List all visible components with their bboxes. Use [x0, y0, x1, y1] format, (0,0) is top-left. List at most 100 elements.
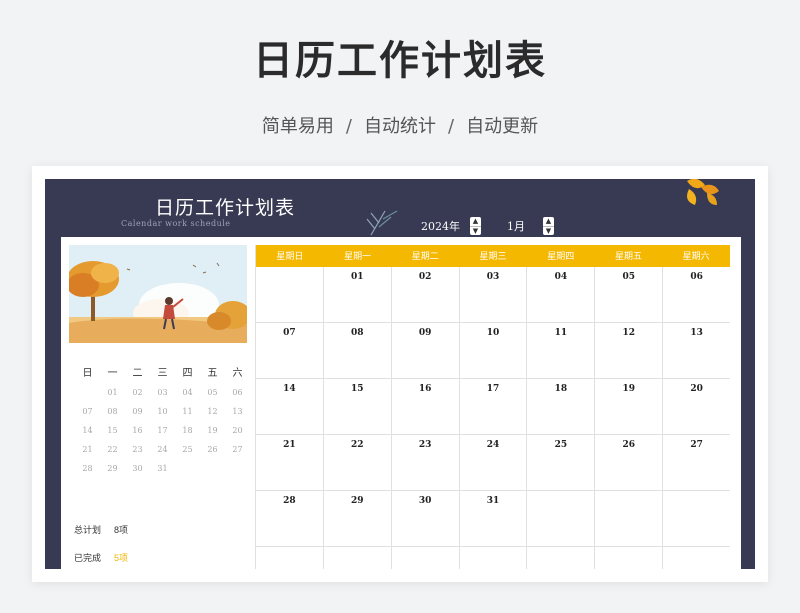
autumn-leaves-icon [687, 179, 719, 205]
mini-day: 19 [207, 426, 218, 435]
day-number: 04 [554, 272, 568, 282]
year-spinner[interactable]: ▲ ▼ [470, 217, 481, 235]
calendar-day-cell[interactable] [324, 547, 392, 569]
day-number: 17 [486, 384, 500, 394]
calendar-day-cell[interactable]: 02 [391, 267, 460, 323]
calendar-day-cell[interactable]: 28 [256, 491, 324, 547]
calendar-day-cell[interactable]: 06 [663, 267, 731, 323]
day-number: 19 [622, 384, 635, 394]
stat-total-value: 8项 [114, 525, 129, 535]
day-number: 28 [283, 496, 296, 506]
calendar-day-cell[interactable]: 10 [459, 323, 528, 379]
weekday-header: 星期二 [411, 251, 439, 261]
calendar-day-cell[interactable]: 05 [595, 267, 664, 323]
mini-day: 13 [232, 407, 243, 416]
day-number: 12 [622, 328, 635, 338]
calendar-day-cell[interactable]: 30 [391, 491, 460, 547]
stat-total: 总计划 8项 [74, 522, 244, 538]
mini-day: 20 [232, 426, 243, 435]
autumn-girl-illustration [69, 245, 247, 343]
calendar-day-cell[interactable] [595, 547, 664, 569]
calendar-day-cell[interactable]: 16 [391, 379, 460, 435]
mini-day: 02 [132, 388, 143, 397]
stat-total-label: 总计划 [74, 525, 102, 535]
calendar-day-cell[interactable] [256, 547, 324, 569]
main-calendar: 星期日 星期一 星期二 星期三 星期四 星期五 星期六 01 02 03 04 05 06 07 08 09… [255, 245, 731, 569]
main-calendar-body: 01 02 03 04 05 06 07 08 09 10 11 12 13 14 15 16 17 18 19 20… [256, 267, 731, 569]
calendar-week-row [256, 547, 730, 569]
mini-day: 06 [232, 388, 243, 397]
mini-day: 28 [82, 464, 93, 473]
calendar-day-cell[interactable]: 03 [459, 267, 528, 323]
day-number: 21 [283, 440, 296, 450]
calendar-day-cell[interactable]: 07 [256, 323, 324, 379]
calendar-day-cell[interactable]: 27 [663, 435, 731, 491]
calendar-day-cell[interactable]: 11 [527, 323, 596, 379]
calendar-day-cell[interactable] [663, 547, 730, 569]
mini-day: 18 [182, 426, 193, 435]
calendar-day-cell[interactable]: 18 [527, 379, 596, 435]
mini-calendar-row: 07 08 09 10 11 12 13 [75, 402, 250, 421]
calendar-day-cell[interactable] [527, 491, 596, 547]
calendar-day-cell[interactable]: 31 [459, 491, 528, 547]
mini-day: 16 [132, 426, 143, 435]
calendar-day-cell[interactable]: 20 [663, 379, 731, 435]
day-number: 18 [554, 384, 568, 394]
calendar-day-cell[interactable]: 12 [595, 323, 664, 379]
mini-day [225, 459, 250, 478]
calendar-day-cell[interactable]: 09 [391, 323, 460, 379]
calendar-day-cell[interactable]: 29 [323, 491, 392, 547]
calendar-week-row: 21 22 23 24 25 26 27 [256, 435, 731, 491]
mini-day: 25 [182, 445, 193, 454]
calendar-day-cell[interactable]: 25 [527, 435, 596, 491]
day-number: 14 [283, 384, 296, 394]
calendar-day-cell[interactable]: 24 [459, 435, 528, 491]
weekday-header: 星期一 [344, 251, 372, 261]
year-down-arrow-icon[interactable]: ▼ [470, 226, 481, 236]
year-selector[interactable]: 2024年 ▲ ▼ [421, 217, 481, 235]
tag-auto-update: 自动更新 [466, 116, 539, 137]
calendar-day-cell[interactable]: 01 [323, 267, 392, 323]
mini-calendar-row: 21 22 23 24 25 26 27 [75, 440, 250, 459]
tag-separator: / [345, 116, 352, 137]
calendar-day-cell[interactable]: 21 [256, 435, 324, 491]
calendar-day-cell[interactable]: 26 [595, 435, 664, 491]
leaf-sprig-icon [366, 210, 398, 236]
day-number: 29 [351, 496, 364, 506]
calendar-day-cell[interactable] [595, 491, 664, 547]
calendar-day-cell[interactable]: 14 [256, 379, 324, 435]
month-down-arrow-icon[interactable]: ▼ [543, 226, 554, 236]
mini-day [175, 459, 200, 478]
calendar-day-cell[interactable]: 13 [663, 323, 731, 379]
stat-completed-value: 5项 [114, 553, 129, 563]
month-spinner[interactable]: ▲ ▼ [543, 217, 554, 235]
day-number: 24 [486, 440, 500, 450]
calendar-day-cell[interactable] [392, 547, 460, 569]
calendar-week-row: 01 02 03 04 05 06 [256, 267, 731, 323]
weekday-header: 星期日 [276, 251, 304, 261]
mini-calendar-weekdays: 日一二三四五六 [75, 367, 250, 381]
day-number: 16 [418, 384, 432, 394]
calendar-day-cell[interactable]: 23 [391, 435, 460, 491]
day-number: 07 [283, 328, 296, 338]
calendar-day-cell[interactable]: 17 [459, 379, 528, 435]
sheet-title: 日历工作计划表 [155, 197, 296, 219]
month-up-arrow-icon[interactable]: ▲ [543, 217, 554, 226]
calendar-day-cell[interactable]: 04 [527, 267, 596, 323]
month-selector[interactable]: 1月 ▲ ▼ [507, 217, 554, 235]
mini-day: 09 [132, 407, 143, 416]
day-number: 03 [486, 272, 500, 282]
calendar-day-cell[interactable] [527, 547, 596, 569]
mini-day: 27 [232, 445, 243, 454]
calendar-day-cell[interactable] [663, 491, 731, 547]
year-up-arrow-icon[interactable]: ▲ [470, 217, 481, 226]
hero-title: 日历工作计划表 [253, 38, 547, 84]
day-number: 01 [351, 272, 364, 282]
calendar-day-cell[interactable]: 08 [323, 323, 392, 379]
calendar-day-cell[interactable]: 19 [595, 379, 664, 435]
calendar-day-cell[interactable]: 15 [323, 379, 392, 435]
calendar-day-cell[interactable]: 22 [323, 435, 392, 491]
calendar-day-cell[interactable] [256, 267, 324, 323]
calendar-day-cell[interactable] [460, 547, 528, 569]
mini-day: 01 [107, 388, 118, 397]
